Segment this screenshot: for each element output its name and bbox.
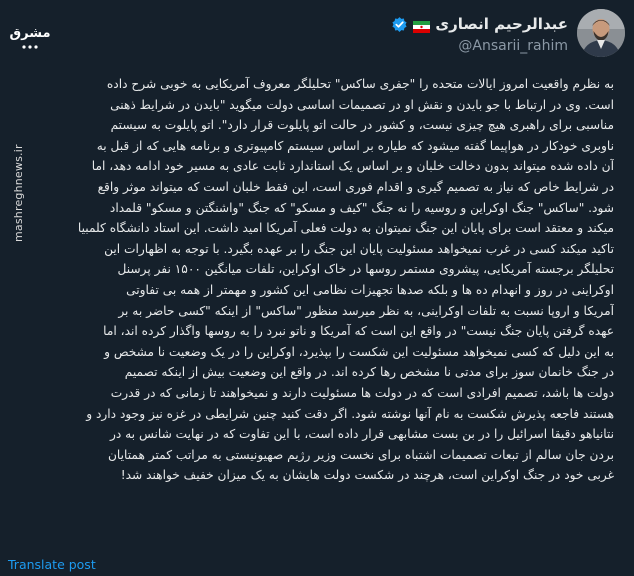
tweet-line: به نظرم واقعیت امروز ایالات متحده را "جف… xyxy=(106,77,614,91)
logo-text: مشرق xyxy=(10,26,50,41)
tweet-line: میکند و معتقد است برای پایان این جنگ نمی… xyxy=(77,221,614,236)
translate-post-link[interactable]: Translate post xyxy=(8,557,96,572)
author-name-row: عبدالرحیم انصاری xyxy=(391,13,568,35)
tweet-line: است. وی در ارتباط با جو بایدن و نقش او د… xyxy=(110,97,614,112)
avatar[interactable] xyxy=(577,9,625,57)
iran-flag-icon xyxy=(413,18,431,33)
tweet-line: هستند فاجعه پذیرش شکست به نام آنها نوشته… xyxy=(86,406,614,421)
tweet-header: عبدالرحیم انصاری @Ansarii_rahim مشرق mas xyxy=(0,0,634,242)
tweet-line: تحلیلگر برجسته آمریکایی، پیشروی مستمر رو… xyxy=(117,262,614,277)
tweet-line: ناوبری خودکار در هواپیما گفته میشود که ط… xyxy=(96,138,614,153)
tweet-line: در شرایط خاص که نیاز به تصمیم گیری و اقد… xyxy=(97,179,614,194)
tweet-line: شود. "ساکس" جنگ اوکراین و روسیه را نه جن… xyxy=(109,200,614,215)
tweet-body: به نظرم واقعیت امروز ایالات متحده را "جف… xyxy=(20,74,614,486)
author-name[interactable]: عبدالرحیم انصاری xyxy=(435,15,568,33)
avatar-image xyxy=(577,9,625,57)
tweet-line: اوکراینی در روز و انهدام ده ها و بلکه صد… xyxy=(126,282,614,297)
tweet-line: نتانیاهو دقیقا اسرائیل را در بن بست مشاب… xyxy=(109,427,614,442)
tweet-line: دولت ها باشد، تصمیم افرادی است که در دول… xyxy=(110,385,614,400)
tweet-line: تاکید میکند کسی در غرب نمیخواهد مسئولیت … xyxy=(104,241,614,256)
tweet-line: آمریکا و اروپا نسبت به تلفات اوکراینی، ب… xyxy=(118,303,614,318)
mashregh-logo: مشرق xyxy=(10,7,51,65)
author-handle[interactable]: @Ansarii_rahim xyxy=(458,38,568,54)
tweet-line: مناسبی برای راهبری هیچ چیزی نیست، و کشور… xyxy=(110,118,614,133)
verified-badge-icon[interactable] xyxy=(391,16,408,33)
tweet-line: در جنگ خانمان سوز برای مدتی نا مشخص رها … xyxy=(124,365,614,380)
tweet-line: بردن جان سالم از تبعات تصمیمات اشتباه بر… xyxy=(107,447,614,462)
tweet-line: به این دلیل که کسی نمیخواهد مسئولیت این … xyxy=(104,344,614,359)
tweet-line: غربی خود در جنگ اوکراین است، هرچند در شک… xyxy=(120,468,614,483)
tweet-line: آن داده شده میتواند بدون دخالت خلبان و ب… xyxy=(91,159,614,174)
tweet-line: عهده گرفتن پایان جنگ نیست" در واقع این ا… xyxy=(103,324,614,339)
